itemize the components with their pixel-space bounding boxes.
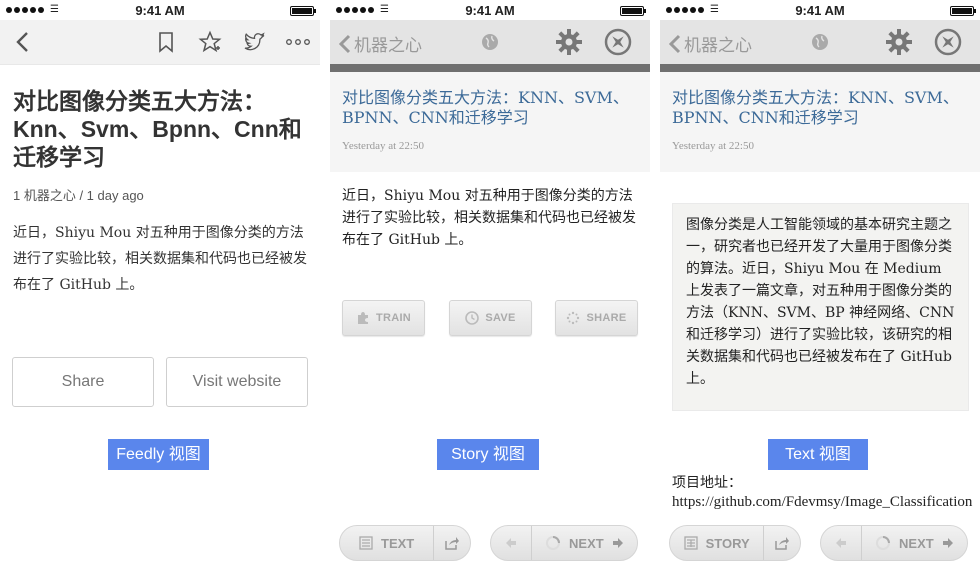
story-header: 对比图像分类五大方法：KNN、SVM、BPNN、CNN和迁移学习 Yesterd… [660, 72, 980, 172]
bookmark-icon[interactable] [154, 30, 178, 54]
story-header: 对比图像分类五大方法：KNN、SVM、BPNN、CNN和迁移学习 Yesterd… [330, 72, 650, 172]
divider [330, 64, 650, 72]
gear-icon[interactable] [885, 28, 913, 56]
compass-icon[interactable] [934, 28, 962, 56]
project-label: 项目地址： [672, 475, 742, 491]
arrow-right-icon [612, 538, 623, 548]
export-button[interactable] [764, 526, 800, 560]
export-icon [445, 537, 460, 550]
loading-spinner-icon [876, 536, 891, 550]
twitter-icon[interactable] [242, 30, 266, 54]
top-navigation-bar: 机器之心 [660, 20, 980, 64]
top-navigation-bar [0, 20, 320, 65]
status-bar: ☰ 9:41 AM [0, 0, 320, 20]
action-buttons: Share Visit website [12, 357, 308, 407]
clock-icon [465, 311, 480, 325]
export-icon [775, 537, 790, 550]
battery-icon [290, 6, 316, 16]
arrow-right-icon [942, 538, 953, 548]
status-time: 9:41 AM [135, 3, 185, 18]
story-action-buttons: TRAIN SAVE SHARE [342, 300, 638, 336]
next-button[interactable]: NEXT [862, 526, 967, 560]
text-doc-icon [359, 536, 373, 550]
back-button[interactable]: 机器之心 [338, 31, 422, 56]
status-bar: ☰ 9:41 AM [330, 0, 650, 20]
status-time: 9:41 AM [795, 3, 845, 18]
visit-website-button[interactable]: Visit website [166, 357, 308, 407]
story-title[interactable]: 对比图像分类五大方法：KNN、SVM、BPNN、CNN和迁移学习 [342, 88, 638, 128]
article-summary: 近日，Shiyu Mou 对五种用于图像分类的方法进行了实验比较，相关数据集和代… [13, 225, 307, 293]
share-dots-icon [567, 311, 580, 325]
gear-icon[interactable] [555, 28, 583, 56]
chevron-left-icon [338, 34, 351, 53]
story-mode-button[interactable]: STORY [670, 526, 763, 560]
share-button[interactable]: SHARE [555, 300, 638, 336]
story-date: Yesterday at 22:50 [672, 140, 754, 152]
puzzle-icon [357, 312, 368, 324]
project-url-link[interactable]: https://github.com/Fdevmsy/Image_Classif… [672, 494, 980, 511]
bottom-left-toolbar: STORY [669, 525, 801, 561]
text-content: 图像分类是人工智能领域的基本研究主题之一，研究者也已经开发了大量用于图像分类的算… [672, 203, 969, 411]
grid-doc-icon [683, 536, 698, 550]
top-navigation-bar: 机器之心 [330, 20, 650, 64]
story-title[interactable]: 对比图像分类五大方法：KNN、SVM、BPNN、CNN和迁移学习 [672, 88, 968, 128]
battery-icon [950, 6, 976, 16]
bottom-left-toolbar: TEXT [339, 525, 471, 561]
status-time: 9:41 AM [465, 3, 515, 18]
view-caption: Story 视图 [437, 439, 539, 470]
text-mode-button[interactable]: TEXT [340, 526, 433, 560]
more-icon[interactable] [285, 30, 311, 54]
bottom-right-toolbar: NEXT [490, 525, 638, 561]
save-button[interactable]: SAVE [449, 300, 532, 336]
back-label: 机器之心 [684, 36, 752, 55]
back-button[interactable]: 机器之心 [668, 31, 752, 56]
arrow-left-icon [835, 538, 846, 548]
globe-icon[interactable] [481, 33, 499, 51]
chevron-left-icon [668, 34, 681, 53]
arrow-left-icon [505, 538, 516, 548]
battery-icon [620, 6, 646, 16]
text-view-panel: ☰ 9:41 AM 机器之心 对比图像分类五大方法：KNN、SVM、BPNN、C… [660, 0, 980, 568]
story-date: Yesterday at 22:50 [342, 140, 424, 152]
compass-icon[interactable] [604, 28, 632, 56]
share-button[interactable]: Share [12, 357, 154, 407]
globe-icon[interactable] [811, 33, 829, 51]
back-icon[interactable] [12, 30, 34, 54]
train-button[interactable]: TRAIN [342, 300, 425, 336]
next-button[interactable]: NEXT [532, 526, 637, 560]
export-button[interactable] [434, 526, 470, 560]
article: 对比图像分类五大方法：Knn、Svm、Bpnn、Cnn和迁移学习 1 机器之心 … [0, 65, 320, 298]
article-meta: 1 机器之心 / 1 day ago [13, 188, 144, 203]
feedly-view-panel: ☰ 9:41 AM 对比图像分类五大方法：Knn、Svm、Bpnn、Cnn和迁移… [0, 0, 320, 568]
loading-spinner-icon [546, 536, 561, 550]
article-title: 对比图像分类五大方法：Knn、Svm、Bpnn、Cnn和迁移学习 [13, 88, 302, 170]
bottom-right-toolbar: NEXT [820, 525, 968, 561]
story-content: 近日，Shiyu Mou 对五种用于图像分类的方法进行了实验比较，相关数据集和代… [342, 188, 636, 248]
view-caption: Feedly 视图 [108, 439, 209, 470]
star-icon[interactable] [198, 30, 222, 54]
status-bar: ☰ 9:41 AM [660, 0, 980, 20]
back-label: 机器之心 [354, 36, 422, 55]
previous-button[interactable] [821, 526, 861, 560]
divider [660, 64, 980, 72]
story-view-panel: ☰ 9:41 AM 机器之心 对比图像分类五大方法：KNN、SVM、BPNN、C… [330, 0, 650, 568]
view-caption: Text 视图 [768, 439, 868, 470]
previous-button[interactable] [491, 526, 531, 560]
